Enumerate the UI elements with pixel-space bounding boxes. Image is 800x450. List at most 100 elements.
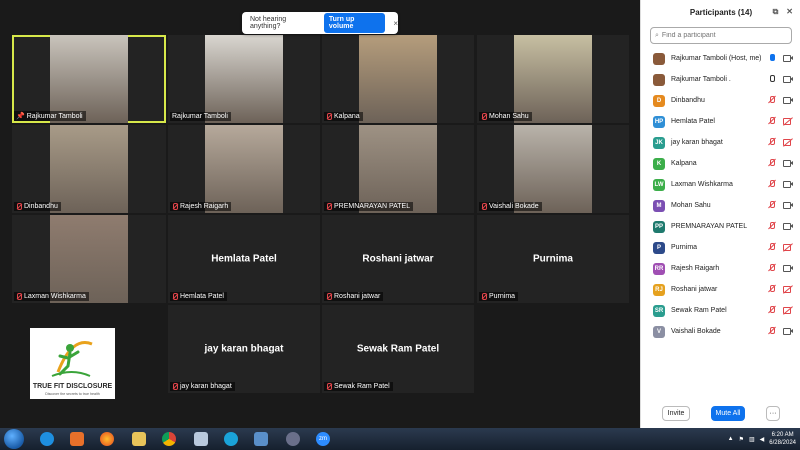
close-icon[interactable]: × — [393, 19, 398, 28]
participant-row[interactable]: Rajkumar Tamboli (Host, me) — [641, 48, 800, 69]
tile-name-label: Mohan Sahu — [489, 113, 529, 120]
video-camera-icon[interactable] — [783, 200, 793, 210]
video-tile[interactable]: 📌 Rajkumar Tamboli — [12, 35, 166, 123]
video-tile[interactable]: Hemlata Patel Hemlata Patel — [168, 215, 320, 303]
mic-muted-icon[interactable] — [767, 326, 777, 336]
mic-muted-icon — [326, 203, 332, 210]
video-camera-icon[interactable] — [783, 158, 793, 168]
mute-all-button[interactable]: Mute All — [711, 406, 745, 421]
more-options-button[interactable]: ··· — [766, 406, 780, 421]
video-tile[interactable]: Vaishali Bokade — [477, 125, 629, 213]
document-icon[interactable] — [190, 430, 212, 448]
participant-row[interactable]: JK jay karan bhagat — [641, 132, 800, 153]
turn-up-volume-button[interactable]: Turn up volume — [323, 13, 386, 33]
ie-icon[interactable] — [36, 430, 58, 448]
volume-icon[interactable]: ◀ — [760, 436, 765, 443]
video-camera-icon[interactable] — [783, 179, 793, 189]
participant-row[interactable]: SR Sewak Ram Patel — [641, 300, 800, 321]
video-camera-icon[interactable] — [783, 95, 793, 105]
participant-name: Hemlata Patel — [671, 118, 715, 125]
mic-muted-icon[interactable] — [767, 242, 777, 252]
close-panel-icon[interactable]: ✕ — [786, 7, 793, 17]
participants-header: Participants (14) ⧉ ✕ — [641, 0, 800, 24]
mic-muted-icon[interactable] — [767, 284, 777, 294]
participant-row[interactable]: M Mohan Sahu — [641, 195, 800, 216]
avatar: PP — [653, 220, 665, 233]
capture-icon[interactable] — [282, 430, 304, 448]
video-tile[interactable]: Rajkumar Tamboli — [168, 35, 320, 123]
video-camera-icon[interactable] — [783, 326, 793, 336]
pop-out-icon[interactable]: ⧉ — [773, 7, 779, 17]
microphone-icon[interactable] — [767, 74, 777, 84]
microphone-icon[interactable] — [767, 53, 777, 63]
video-camera-icon[interactable] — [783, 263, 793, 273]
video-tile[interactable]: Laxman Wishkarma — [12, 215, 166, 303]
windows-taskbar: zm ▲ ⚑ ▥ ◀ 6:20 AM 6/28/2024 — [0, 428, 800, 450]
video-tile[interactable]: Rajesh Raigarh — [168, 125, 320, 213]
mic-muted-icon — [172, 203, 178, 210]
mic-muted-icon[interactable] — [767, 179, 777, 189]
network-icon[interactable]: ▥ — [749, 436, 755, 443]
flag-icon[interactable]: ⚑ — [739, 436, 744, 443]
tile-nameplate: PREMNARAYAN PATEL — [324, 202, 414, 211]
zoom-icon[interactable]: zm — [312, 430, 334, 448]
mic-muted-icon[interactable] — [767, 305, 777, 315]
mic-muted-icon[interactable] — [767, 95, 777, 105]
edge-icon[interactable] — [220, 430, 242, 448]
mic-muted-icon[interactable] — [767, 116, 777, 126]
avatar — [653, 52, 665, 65]
firefox-icon[interactable] — [96, 430, 118, 448]
participant-row[interactable]: RJ Roshani jatwar — [641, 279, 800, 300]
participant-name: Mohan Sahu — [671, 202, 711, 209]
mic-muted-icon — [326, 113, 332, 120]
explorer-icon[interactable] — [128, 430, 150, 448]
participant-name: Purnima — [671, 244, 698, 251]
video-tile[interactable]: PREMNARAYAN PATEL — [322, 125, 474, 213]
video-off-icon[interactable] — [783, 137, 793, 147]
video-tile[interactable]: Mohan Sahu — [477, 35, 629, 123]
video-off-icon[interactable] — [783, 305, 793, 315]
video-off-icon[interactable] — [783, 116, 793, 126]
participant-row[interactable]: RR Rajesh Raigarh — [641, 258, 800, 279]
participant-row[interactable]: PP PREMNARAYAN PATEL — [641, 216, 800, 237]
video-tile[interactable]: Purnima Purnima — [477, 215, 629, 303]
video-tile[interactable]: Sewak Ram Patel Sewak Ram Patel — [322, 305, 474, 393]
clock[interactable]: 6:20 AM 6/28/2024 — [769, 431, 796, 447]
participant-name: Rajkumar Tamboli (Host, me) — [671, 55, 762, 62]
photos-icon[interactable] — [250, 430, 272, 448]
tile-nameplate: Rajkumar Tamboli — [170, 112, 231, 121]
video-camera-icon[interactable] — [783, 221, 793, 231]
media-player-icon[interactable] — [66, 430, 88, 448]
mic-muted-icon[interactable] — [767, 263, 777, 273]
video-tile[interactable]: jay karan bhagat jay karan bhagat — [168, 305, 320, 393]
chrome-icon[interactable] — [158, 430, 180, 448]
participant-row[interactable]: HP Hemlata Patel — [641, 111, 800, 132]
invite-button[interactable]: Invite — [662, 406, 690, 421]
participant-row[interactable]: K Kalpana — [641, 153, 800, 174]
video-tile[interactable]: Dinbandhu — [12, 125, 166, 213]
video-off-icon[interactable] — [783, 284, 793, 294]
video-tile[interactable]: Kalpana — [322, 35, 474, 123]
start-button[interactable] — [4, 429, 24, 449]
mic-muted-icon[interactable] — [767, 137, 777, 147]
participant-row[interactable]: V Vaishali Bokade — [641, 321, 800, 342]
participant-video — [50, 35, 128, 123]
participant-display-name: Hemlata Patel — [211, 253, 277, 265]
pin-icon[interactable]: 📌 — [16, 112, 25, 120]
participant-row[interactable]: Rajkumar Tamboli . — [641, 69, 800, 90]
participant-name: Kalpana — [671, 160, 697, 167]
video-tile[interactable]: Roshani jatwar Roshani jatwar — [322, 215, 474, 303]
video-off-icon[interactable] — [783, 242, 793, 252]
video-camera-icon[interactable] — [783, 74, 793, 84]
mic-muted-icon[interactable] — [767, 200, 777, 210]
tile-nameplate: Laxman Wishkarma — [14, 292, 89, 301]
participant-row[interactable]: LW Laxman Wishkarma — [641, 174, 800, 195]
participant-search[interactable]: ⌕ — [650, 27, 792, 44]
participant-row[interactable]: D Dinbandhu — [641, 90, 800, 111]
video-camera-icon[interactable] — [783, 53, 793, 63]
mic-muted-icon[interactable] — [767, 221, 777, 231]
mic-muted-icon[interactable] — [767, 158, 777, 168]
participant-search-input[interactable] — [661, 32, 782, 39]
participant-row[interactable]: P Purnima — [641, 237, 800, 258]
tray-arrow-icon[interactable]: ▲ — [728, 436, 734, 442]
